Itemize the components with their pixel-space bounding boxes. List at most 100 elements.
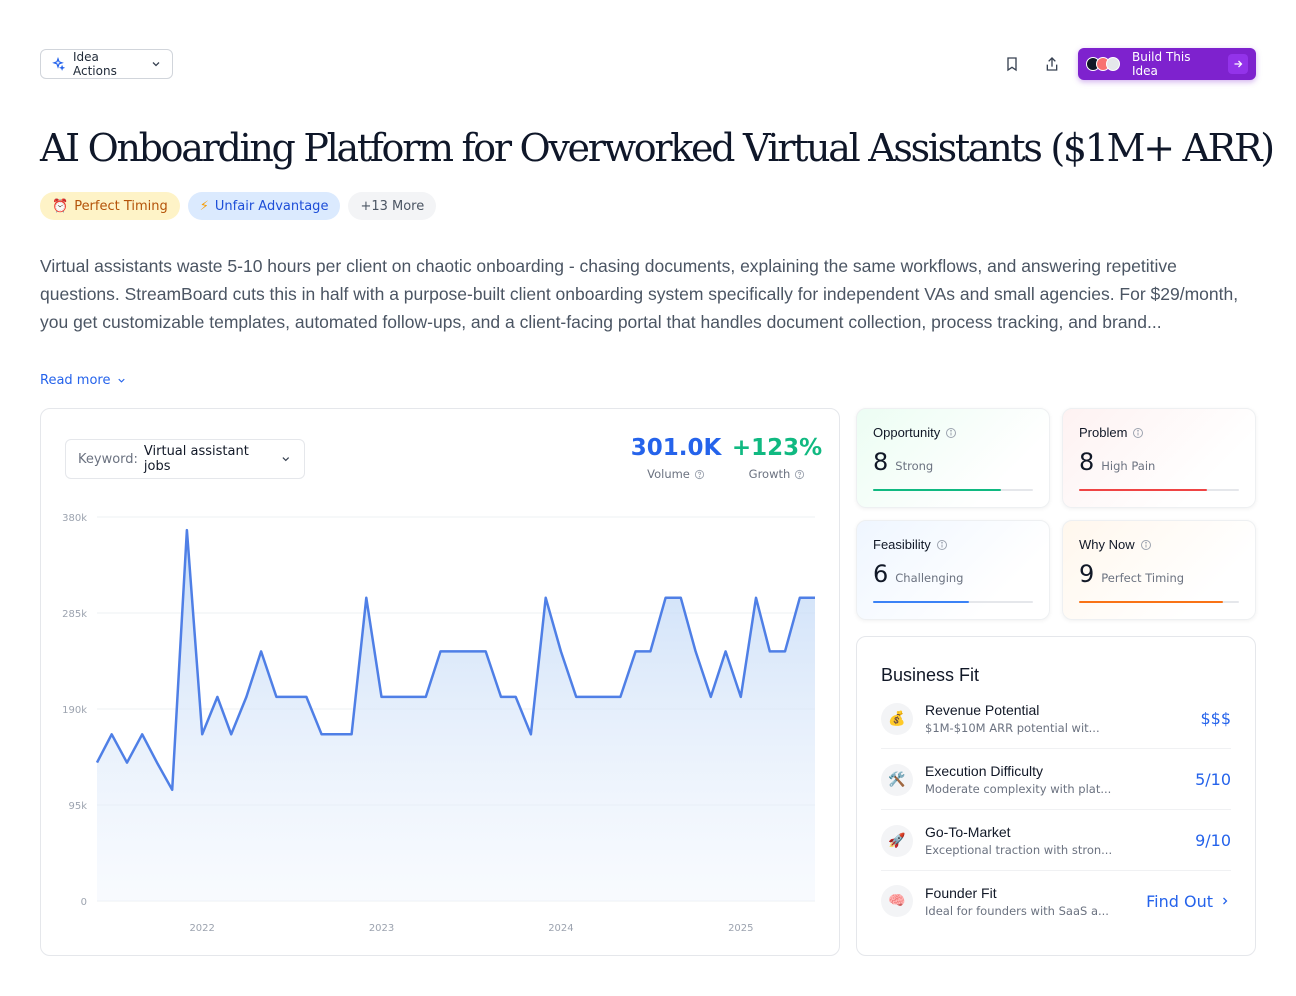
score-card-opportunity[interactable]: Opportunity 8 Strong [856,408,1050,508]
find-out-link[interactable]: Find Out [1146,892,1231,911]
score-bar-fill [1079,489,1207,491]
data-point[interactable] [407,693,415,701]
data-point[interactable] [722,647,730,655]
data-point[interactable] [123,759,131,767]
data-point[interactable] [422,693,430,701]
data-point[interactable] [362,594,370,602]
read-more-label: Read more [40,373,111,388]
data-point[interactable] [242,693,250,701]
business-fit-name: Founder Fit [925,884,997,901]
data-point[interactable] [497,693,505,701]
data-point[interactable] [646,647,654,655]
business-fit-row-revenue-potential[interactable]: 💰 Revenue Potential $1M-$10M ARR potential… [881,689,1231,749]
trend-chart-card: Keyword: Virtual assistant jobs 301.0K V… [40,408,840,956]
y-tick-label: 95k [68,801,87,812]
business-fit-value-label: 5/10 [1195,770,1231,789]
tag-unfair-advantage[interactable]: ⚡ Unfair Advantage [187,192,341,220]
info-icon[interactable] [945,427,957,439]
bookmark-button[interactable] [998,50,1026,78]
score-number: 8 [1079,448,1095,476]
data-point[interactable] [393,693,401,701]
data-point[interactable] [452,647,460,655]
data-point[interactable] [707,693,715,701]
data-point[interactable] [287,693,295,701]
data-point[interactable] [632,647,640,655]
data-point[interactable] [332,730,340,738]
tag-perfect-timing[interactable]: ⏰ Perfect Timing [40,192,180,220]
data-point[interactable] [542,594,550,602]
info-icon[interactable] [936,539,948,551]
y-tick-label: 380k [62,513,87,524]
tag-more[interactable]: +13 More [348,192,437,220]
idea-actions-button[interactable]: Idea Actions [40,49,173,79]
data-point[interactable] [213,693,221,701]
data-point[interactable] [227,730,235,738]
data-point[interactable] [586,693,594,701]
score-bar-fill [873,489,1001,491]
data-point[interactable] [602,693,610,701]
data-point[interactable] [766,647,774,655]
data-point[interactable] [527,730,535,738]
build-this-idea-button[interactable]: Build This Idea [1078,48,1256,80]
business-fit-row-go-to-market[interactable]: 🚀 Go-To-Market Exceptional traction with s… [881,811,1231,871]
chevron-down-icon [152,62,160,67]
data-point[interactable] [257,647,265,655]
score-word: High Pain [1101,459,1156,473]
business-fit-row-execution-difficulty[interactable]: 🛠️ Execution Difficulty Moderate complexit… [881,750,1231,810]
tag-list: ⏰ Perfect Timing ⚡ Unfair Advantage +13 … [40,192,437,220]
data-point[interactable] [482,647,490,655]
business-fit-description: Exceptional traction with stron... [925,843,1113,857]
data-point[interactable] [557,647,565,655]
sparkle-icon [52,57,65,71]
business-fit-value-label: Find Out [1146,891,1213,911]
business-fit-value-label: $$$ [1200,709,1231,728]
data-point[interactable] [302,693,310,701]
score-bar-fill [1079,601,1223,603]
business-fit-name: Execution Difficulty [925,763,1044,779]
business-fit-title: Business Fit [881,665,980,685]
data-point[interactable] [677,594,685,602]
read-more-link[interactable]: Read more [40,373,127,388]
data-point[interactable] [692,647,700,655]
data-point[interactable] [93,759,101,767]
data-point[interactable] [318,730,326,738]
data-point[interactable] [616,693,624,701]
data-point[interactable] [796,594,804,602]
data-point[interactable] [737,693,745,701]
data-point[interactable] [437,647,445,655]
data-point[interactable] [198,730,206,738]
idea-actions-label: Idea Actions [73,50,117,78]
data-point[interactable] [512,693,520,701]
data-point[interactable] [781,647,789,655]
info-icon[interactable] [1140,539,1152,551]
business-fit-value: 5/10 [1195,770,1231,789]
data-point[interactable] [378,693,386,701]
data-point[interactable] [752,594,760,602]
score-number: 8 [873,448,889,476]
x-tick-label: 2024 [548,923,573,934]
score-card-why-now[interactable]: Why Now 9 Perfect Timing [1062,520,1256,620]
data-point[interactable] [662,594,670,602]
score-word: Challenging [895,571,964,585]
info-icon[interactable] [1132,427,1144,439]
data-point[interactable] [348,730,356,738]
tag-label: +13 More [360,198,425,214]
data-point[interactable] [811,594,819,602]
data-point[interactable] [153,759,161,767]
business-fit-row-founder-fit[interactable]: 🧠 Founder Fit Ideal for founders with SaaS… [881,871,1231,931]
x-tick-label: 2022 [189,923,214,934]
trend-chart: 0 95k 190k 285k 380k 2022 2023 2024 2025 [62,513,819,934]
data-point[interactable] [108,730,116,738]
data-point[interactable] [183,526,191,534]
data-point[interactable] [466,647,474,655]
data-point[interactable] [272,693,280,701]
data-point[interactable] [138,730,146,738]
y-tick-label: 190k [62,705,87,716]
data-point[interactable] [168,786,176,794]
data-point[interactable] [572,693,580,701]
chevron-right-icon [1223,897,1228,905]
score-title: Why Now [1079,537,1135,552]
score-card-feasibility[interactable]: Feasibility 6 Challenging [856,520,1050,620]
share-button[interactable] [1038,50,1066,78]
score-card-problem[interactable]: Problem 8 High Pain [1062,408,1256,508]
